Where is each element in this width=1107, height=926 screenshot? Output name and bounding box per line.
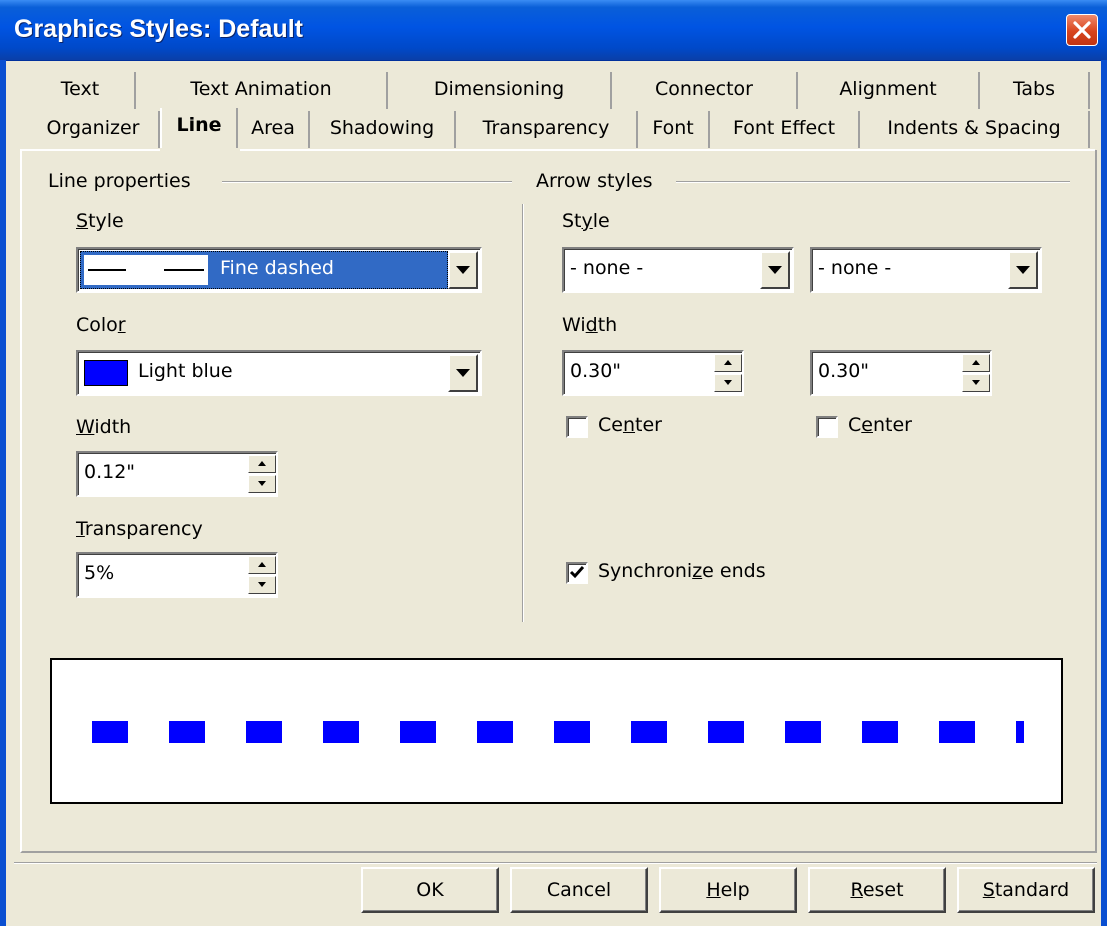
arrow-style-label: Style [562, 210, 610, 232]
help-button[interactable]: Help [659, 867, 797, 913]
tab-indents-spacing[interactable]: Indents & Spacing [860, 111, 1090, 148]
spin-up-icon[interactable] [248, 556, 276, 574]
tab-alignment[interactable]: Alignment [798, 72, 980, 109]
vertical-separator [522, 204, 524, 622]
tab-line[interactable]: Line [160, 108, 238, 148]
line-style-dropdown[interactable]: Fine dashed [76, 247, 482, 293]
preview-dash [862, 721, 898, 743]
center-start-checkbox[interactable] [566, 416, 588, 438]
tab-font-effect[interactable]: Font Effect [710, 111, 860, 148]
window-title: Graphics Styles: Default [14, 15, 303, 43]
preview-dash [1016, 721, 1024, 743]
center-end-checkbox[interactable] [816, 416, 838, 438]
tab-text-animation[interactable]: Text Animation [136, 72, 388, 109]
center-end-label: Center [848, 414, 912, 436]
tab-text[interactable]: Text [26, 72, 136, 109]
preview-dash [400, 721, 436, 743]
arrow-start-width-value: 0.30" [570, 360, 622, 382]
spin-down-icon[interactable] [962, 374, 990, 392]
tab-connector[interactable]: Connector [612, 72, 798, 109]
preview-dash [323, 721, 359, 743]
preview-dash [785, 721, 821, 743]
spin-up-icon[interactable] [714, 354, 742, 372]
center-start-label: Center [598, 414, 662, 436]
synchronize-ends-checkbox[interactable] [566, 562, 588, 584]
window-frame-right [1101, 60, 1107, 926]
chevron-down-icon[interactable] [448, 251, 478, 289]
line-color-value: Light blue [138, 360, 233, 382]
tab-shadowing[interactable]: Shadowing [310, 111, 456, 148]
spin-up-icon[interactable] [248, 455, 276, 473]
tab-tabs[interactable]: Tabs [980, 72, 1090, 109]
arrow-start-width-spinbox[interactable]: 0.30" [562, 350, 744, 396]
preview-dash [169, 721, 205, 743]
window-frame-left [0, 60, 6, 926]
group-separator [222, 181, 512, 183]
chevron-down-icon[interactable] [1008, 251, 1038, 289]
chevron-down-icon[interactable] [448, 354, 478, 392]
reset-button[interactable]: Reset [808, 867, 946, 913]
tab-dimensioning[interactable]: Dimensioning [388, 72, 612, 109]
standard-button[interactable]: Standard [957, 867, 1095, 913]
dash-sample [84, 255, 208, 285]
spin-down-icon[interactable] [714, 374, 742, 392]
spin-down-icon[interactable] [248, 576, 276, 594]
close-icon [1073, 21, 1091, 39]
bottom-separator [14, 862, 1097, 864]
group-separator [676, 181, 1070, 183]
arrow-start-style-dropdown[interactable]: - none - [562, 247, 794, 293]
line-color-label: Color [76, 314, 126, 336]
line-transparency-label: Transparency [76, 518, 203, 540]
preview-dash [708, 721, 744, 743]
spin-up-icon[interactable] [962, 354, 990, 372]
dashed-line-preview [92, 721, 1024, 743]
preview-dash [92, 721, 128, 743]
tab-organizer[interactable]: Organizer [28, 111, 160, 148]
line-preview [50, 658, 1063, 804]
line-transparency-value: 5% [84, 562, 115, 584]
line-width-label: Width [76, 416, 132, 438]
arrow-end-width-spinbox[interactable]: 0.30" [810, 350, 992, 396]
preview-dash [939, 721, 975, 743]
preview-dash [246, 721, 282, 743]
preview-dash [631, 721, 667, 743]
spin-down-icon[interactable] [248, 475, 276, 493]
arrow-start-style-value: - none - [570, 257, 644, 279]
line-color-dropdown[interactable]: Light blue [76, 350, 482, 396]
arrow-end-style-dropdown[interactable]: - none - [810, 247, 1042, 293]
synchronize-ends-label: Synchronize ends [598, 560, 766, 582]
close-button[interactable] [1066, 14, 1098, 46]
line-transparency-spinbox[interactable]: 5% [76, 552, 278, 598]
checkmark-icon [569, 566, 585, 579]
chevron-down-icon[interactable] [760, 251, 790, 289]
line-width-value: 0.12" [84, 461, 136, 483]
line-style-value: Fine dashed [220, 257, 334, 279]
line-width-spinbox[interactable]: 0.12" [76, 451, 278, 497]
group-label-line-properties: Line properties [48, 170, 197, 192]
ok-button[interactable]: OK [361, 867, 499, 913]
tab-area[interactable]: Area [238, 111, 310, 148]
color-swatch [84, 360, 128, 386]
preview-dash [554, 721, 590, 743]
arrow-end-width-value: 0.30" [818, 360, 870, 382]
preview-dash [477, 721, 513, 743]
tab-font[interactable]: Font [638, 111, 710, 148]
arrow-width-label: Width [562, 314, 618, 336]
tab-transparency[interactable]: Transparency [456, 111, 638, 148]
cancel-button[interactable]: Cancel [510, 867, 648, 913]
line-style-label: Style [76, 210, 124, 232]
group-label-arrow-styles: Arrow styles [536, 170, 659, 192]
arrow-end-style-value: - none - [818, 257, 892, 279]
